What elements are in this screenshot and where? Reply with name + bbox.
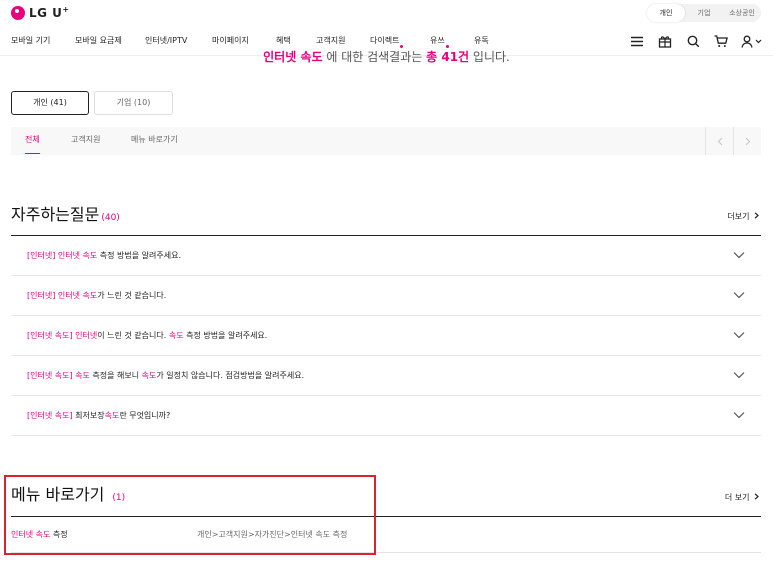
nav-icons xyxy=(629,34,763,48)
faq-row[interactable]: [인터넷 속도] 최저보장속도란 무엇입니까? xyxy=(11,396,761,436)
faq-more-link[interactable]: 더보기 xyxy=(727,211,759,222)
subtab-next-button[interactable] xyxy=(733,127,761,155)
chevron-right-icon xyxy=(745,137,750,145)
search-icon[interactable] xyxy=(685,34,701,48)
subtab-customer-support[interactable]: 고객지원 xyxy=(71,127,100,153)
faq-row[interactable]: [인터넷] 인터넷 속도가 느린 것 같습니다. xyxy=(11,276,761,316)
top-bar: LG U+ 개인 기업 소상공인 xyxy=(0,0,773,26)
chevron-down-icon[interactable] xyxy=(733,331,745,339)
faq-row[interactable]: [인터넷 속도] 속도 측정을 해보니 속도가 일정치 않습니다. 점검방법을 … xyxy=(11,356,761,396)
chevron-right-icon xyxy=(754,212,759,219)
new-dot-badge xyxy=(400,45,404,48)
lg-uplus-logo[interactable]: LG U+ xyxy=(11,5,70,20)
cart-icon[interactable] xyxy=(713,34,729,48)
chevron-down-icon[interactable] xyxy=(733,291,745,299)
segment-small-business[interactable]: 소상공인 xyxy=(723,4,761,22)
gift-icon[interactable] xyxy=(657,34,673,48)
chevron-left-icon xyxy=(717,137,722,145)
faq-question: [인터넷] 인터넷 속도 측정 방법을 알려주세요. xyxy=(27,251,181,260)
subtab-all[interactable]: 전체 xyxy=(25,127,40,154)
menu-more-link[interactable]: 더 보기 xyxy=(725,492,759,503)
faq-row[interactable]: [인터넷] 인터넷 속도 측정 방법을 알려주세요. xyxy=(11,236,761,276)
subtab-prev-button[interactable] xyxy=(705,127,733,155)
segment-personal[interactable]: 개인 xyxy=(647,4,685,22)
chevron-right-icon xyxy=(754,493,759,500)
new-dot-badge xyxy=(445,45,449,48)
category-subtabs: 전체 고객지원 메뉴 바로가기 xyxy=(11,127,761,155)
tab-personal[interactable]: 개인 (41) xyxy=(11,91,89,115)
chevron-down-icon[interactable] xyxy=(733,411,745,419)
annotation-highlight-box xyxy=(4,475,376,555)
subtab-menu-shortcut[interactable]: 메뉴 바로가기 xyxy=(131,127,178,153)
faq-section-title: 자주하는질문 (40) xyxy=(11,205,120,224)
faq-question: [인터넷 속도] 인터넷이 느린 것 같습니다. 속도 측정 방법을 알려주세요… xyxy=(27,331,268,340)
faq-row[interactable]: [인터넷 속도] 인터넷이 느린 것 같습니다. 속도 측정 방법을 알려주세요… xyxy=(11,316,761,356)
customer-type-switch: 개인 기업 소상공인 xyxy=(647,4,761,22)
tab-business[interactable]: 기업 (10) xyxy=(94,91,173,115)
faq-question: [인터넷 속도] 최저보장속도란 무엇입니까? xyxy=(27,411,171,420)
segment-business[interactable]: 기업 xyxy=(685,4,723,22)
user-icon[interactable] xyxy=(741,34,763,48)
search-result-summary: 인터넷 속도 에 대한 검색결과는 총 41건 입니다. xyxy=(263,50,510,64)
logo-mark-icon xyxy=(11,5,25,20)
chevron-down-icon[interactable] xyxy=(733,251,745,259)
faq-question: [인터넷] 인터넷 속도가 느린 것 같습니다. xyxy=(27,291,167,300)
faq-question: [인터넷 속도] 속도 측정을 해보니 속도가 일정치 않습니다. 점검방법을 … xyxy=(27,371,305,380)
menu-icon[interactable] xyxy=(629,34,645,48)
chevron-down-icon[interactable] xyxy=(733,371,745,379)
